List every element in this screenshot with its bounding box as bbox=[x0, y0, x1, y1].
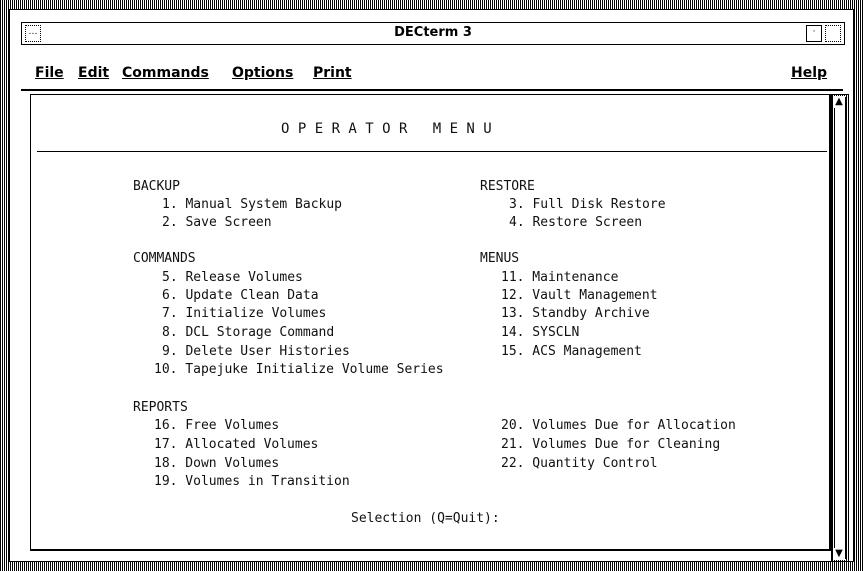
menu-option-6[interactable]: 6. Update Clean Data bbox=[162, 288, 319, 303]
menu-print-label: Print bbox=[313, 65, 352, 81]
reports-header: REPORTS bbox=[133, 400, 188, 415]
menu-option-19[interactable]: 19. Volumes in Transition bbox=[154, 474, 350, 489]
menu-option-4[interactable]: 4. Restore Screen bbox=[509, 215, 642, 230]
menu-file-label: File bbox=[35, 65, 64, 81]
menu-edit[interactable]: Edit bbox=[78, 65, 109, 81]
menu-option-20[interactable]: 20. Volumes Due for Allocation bbox=[501, 418, 736, 433]
terminal-screen[interactable]: O P E R A T O R M E N U BACKUP 1. Manual… bbox=[30, 94, 831, 551]
page-title: O P E R A T O R M E N U bbox=[281, 121, 492, 137]
menubar-divider bbox=[21, 89, 843, 91]
menu-option-7[interactable]: 7. Initialize Volumes bbox=[162, 306, 326, 321]
menu-edit-label: Edit bbox=[78, 65, 110, 81]
menu-option-2[interactable]: 2. Save Screen bbox=[162, 215, 272, 230]
restore-header: RESTORE bbox=[480, 179, 535, 194]
menu-help[interactable]: Help bbox=[791, 65, 827, 81]
menu-file[interactable]: File bbox=[35, 65, 64, 81]
menu-commands-label: Commands bbox=[122, 65, 209, 81]
menu-option-22[interactable]: 22. Quantity Control bbox=[501, 456, 658, 471]
menu-options[interactable]: Options bbox=[232, 65, 293, 81]
window-title: DECterm 3 bbox=[394, 25, 472, 40]
menu-option-21[interactable]: 21. Volumes Due for Cleaning bbox=[501, 437, 720, 452]
menu-option-9[interactable]: 9. Delete User Histories bbox=[162, 344, 350, 359]
menu-option-18[interactable]: 18. Down Volumes bbox=[154, 456, 279, 471]
menu-option-11[interactable]: 11. Maintenance bbox=[501, 270, 618, 285]
menu-option-10[interactable]: 10. Tapejuke Initialize Volume Series bbox=[154, 362, 444, 377]
menu-option-17[interactable]: 17. Allocated Volumes bbox=[154, 437, 318, 452]
menus-header: MENUS bbox=[480, 251, 520, 266]
menu-commands[interactable]: Commands bbox=[122, 65, 209, 81]
menu-option-5[interactable]: 5. Release Volumes bbox=[162, 270, 303, 285]
maximize-button[interactable] bbox=[825, 25, 841, 42]
menu-bar: File Edit Commands Options Print Help bbox=[21, 59, 843, 89]
scroll-down-arrow-icon[interactable]: ▼ bbox=[833, 548, 845, 560]
scroll-thumb[interactable] bbox=[834, 97, 846, 559]
backup-header: BACKUP bbox=[133, 179, 180, 194]
menu-option-12[interactable]: 12. Vault Management bbox=[501, 288, 658, 303]
scroll-up-arrow-icon[interactable]: ▲ bbox=[833, 96, 845, 108]
vertical-scrollbar[interactable]: ▲ ▼ bbox=[831, 94, 849, 562]
menu-option-16[interactable]: 16. Free Volumes bbox=[154, 418, 279, 433]
commands-header: COMMANDS bbox=[133, 251, 196, 266]
heading-divider bbox=[37, 151, 827, 152]
minimize-button[interactable]: · bbox=[806, 25, 822, 42]
selection-prompt[interactable]: Selection (Q=Quit): bbox=[351, 511, 500, 526]
menu-options-label: Options bbox=[232, 65, 294, 81]
menu-help-label: Help bbox=[791, 65, 828, 81]
menu-option-13[interactable]: 13. Standby Archive bbox=[501, 306, 650, 321]
menu-option-15[interactable]: 15. ACS Management bbox=[501, 344, 642, 359]
title-bar[interactable]: … DECterm 3 · bbox=[21, 22, 845, 45]
menu-option-1[interactable]: 1. Manual System Backup bbox=[162, 197, 342, 212]
menu-option-8[interactable]: 8. DCL Storage Command bbox=[162, 325, 334, 340]
menu-option-14[interactable]: 14. SYSCLN bbox=[501, 325, 579, 340]
menu-print[interactable]: Print bbox=[313, 65, 352, 81]
menu-option-3[interactable]: 3. Full Disk Restore bbox=[509, 197, 666, 212]
